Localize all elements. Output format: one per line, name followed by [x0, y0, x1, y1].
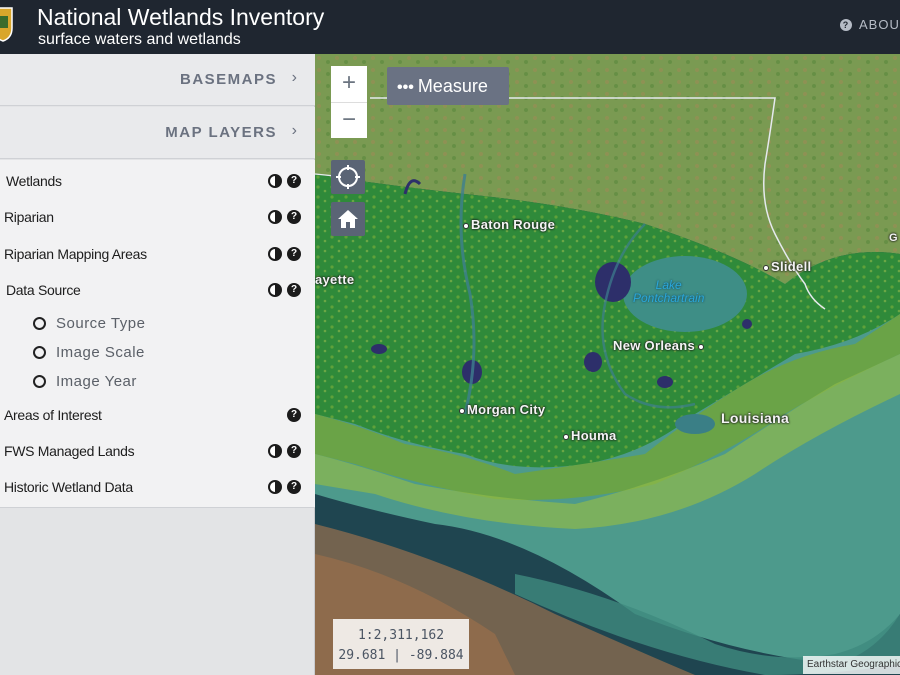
city-marker-icon [459, 408, 465, 414]
layer-row-areas-of-interest[interactable]: Areas of Interest ? [0, 400, 315, 430]
layer-row-data-source[interactable]: Data Source ? [0, 275, 315, 305]
app-title: National Wetlands Inventory [37, 4, 325, 30]
layer-label: Riparian Mapping Areas [4, 246, 147, 262]
measure-label: Measure [417, 76, 488, 96]
place-label-lafayette: ayette [315, 272, 355, 287]
city-marker-icon [698, 344, 705, 350]
help-icon[interactable]: ? [287, 210, 301, 224]
scale-coordinates-box: 1:2,311,162 29.681 | -89.884 [333, 619, 469, 669]
map-layers-label: MAP LAYERS [165, 124, 277, 141]
help-icon[interactable]: ? [287, 247, 301, 261]
home-icon [338, 210, 358, 228]
place-label-new-orleans: New Orleans [613, 338, 706, 353]
place-label-houma: Houma [563, 428, 617, 443]
layer-row-fws-managed-lands[interactable]: FWS Managed Lands ? [0, 436, 315, 466]
place-label-morgan-city: Morgan City [459, 402, 545, 417]
ellipsis-icon: ••• [397, 79, 414, 96]
layer-row-riparian-mapping-areas[interactable]: Riparian Mapping Areas ? [0, 239, 315, 269]
data-source-option-source-type[interactable]: Source Type [33, 311, 145, 335]
city-marker-icon [563, 434, 569, 440]
data-source-option-image-year[interactable]: Image Year [33, 369, 137, 393]
about-button[interactable]: ? ABOUT [840, 17, 900, 32]
option-label: Image Year [56, 372, 137, 390]
place-label-baton-rouge: Baton Rouge [463, 217, 555, 232]
chevron-right-icon: › [291, 69, 297, 86]
chevron-right-icon: › [291, 122, 297, 139]
map-scale: 1:2,311,162 [357, 628, 445, 643]
city-marker-icon [463, 223, 469, 229]
sidebar: BASEMAPS › MAP LAYERS › Wetlands ? Ripar… [0, 54, 315, 675]
layer-label: Areas of Interest [4, 407, 102, 423]
basemaps-label: BASEMAPS [179, 71, 277, 88]
zoom-in-button[interactable]: + [331, 66, 367, 102]
opacity-icon[interactable] [268, 210, 282, 224]
place-label-slidell: Slidell [763, 259, 811, 274]
data-source-option-image-scale[interactable]: Image Scale [33, 340, 145, 364]
layer-list: Wetlands ? Riparian ? Riparian Mapping A… [0, 160, 315, 508]
layer-row-wetlands[interactable]: Wetlands ? [0, 166, 315, 196]
help-icon[interactable]: ? [287, 480, 301, 494]
help-icon[interactable]: ? [287, 283, 301, 297]
layer-row-historic-wetland-data[interactable]: Historic Wetland Data ? [0, 472, 315, 502]
app-subtitle: surface waters and wetlands [38, 31, 241, 48]
layer-row-riparian[interactable]: Riparian ? [0, 202, 315, 232]
option-label: Image Scale [56, 343, 145, 361]
map-layers-header[interactable]: MAP LAYERS › [0, 107, 315, 159]
help-icon[interactable]: ? [287, 444, 301, 458]
crosshair-icon [336, 165, 360, 189]
cursor-coordinates: 29.681 | -89.884 [338, 648, 464, 663]
layer-label: Riparian [4, 209, 54, 225]
help-icon[interactable]: ? [287, 408, 301, 422]
layer-label: Wetlands [6, 173, 62, 189]
radio-button[interactable] [33, 374, 46, 388]
radio-button[interactable] [33, 345, 46, 359]
fws-logo-icon[interactable] [0, 6, 14, 42]
place-label-edge: G [889, 232, 898, 244]
app-header: National Wetlands Inventory surface wate… [0, 0, 900, 54]
city-marker-icon [763, 265, 769, 271]
map-attribution[interactable]: Earthstar Geographics [803, 656, 900, 674]
layer-label: Data Source [6, 282, 81, 298]
measure-button[interactable]: ••• Measure [387, 67, 509, 105]
help-icon: ? [840, 18, 852, 31]
option-label: Source Type [56, 314, 146, 332]
place-label-louisiana: Louisiana [721, 410, 790, 426]
help-icon[interactable]: ? [287, 174, 301, 188]
home-button[interactable] [331, 202, 365, 236]
opacity-icon[interactable] [268, 247, 282, 261]
about-label: ABOUT [859, 17, 900, 32]
layer-label: Historic Wetland Data [4, 479, 133, 495]
opacity-icon[interactable] [268, 480, 282, 494]
zoom-out-button[interactable]: − [331, 102, 367, 138]
locate-button[interactable] [331, 160, 365, 194]
radio-button[interactable] [33, 316, 46, 330]
place-label-lake-pontchartrain: Lake Pontchartrain [633, 278, 705, 305]
opacity-icon[interactable] [268, 444, 282, 458]
layer-label: FWS Managed Lands [4, 443, 135, 459]
opacity-icon[interactable] [268, 283, 282, 297]
opacity-icon[interactable] [268, 174, 282, 188]
map-view[interactable]: + − ••• Measure Baton Rouge Slidell ayett… [315, 54, 900, 675]
basemaps-header[interactable]: BASEMAPS › [0, 54, 315, 106]
map-canvas[interactable] [315, 54, 900, 675]
